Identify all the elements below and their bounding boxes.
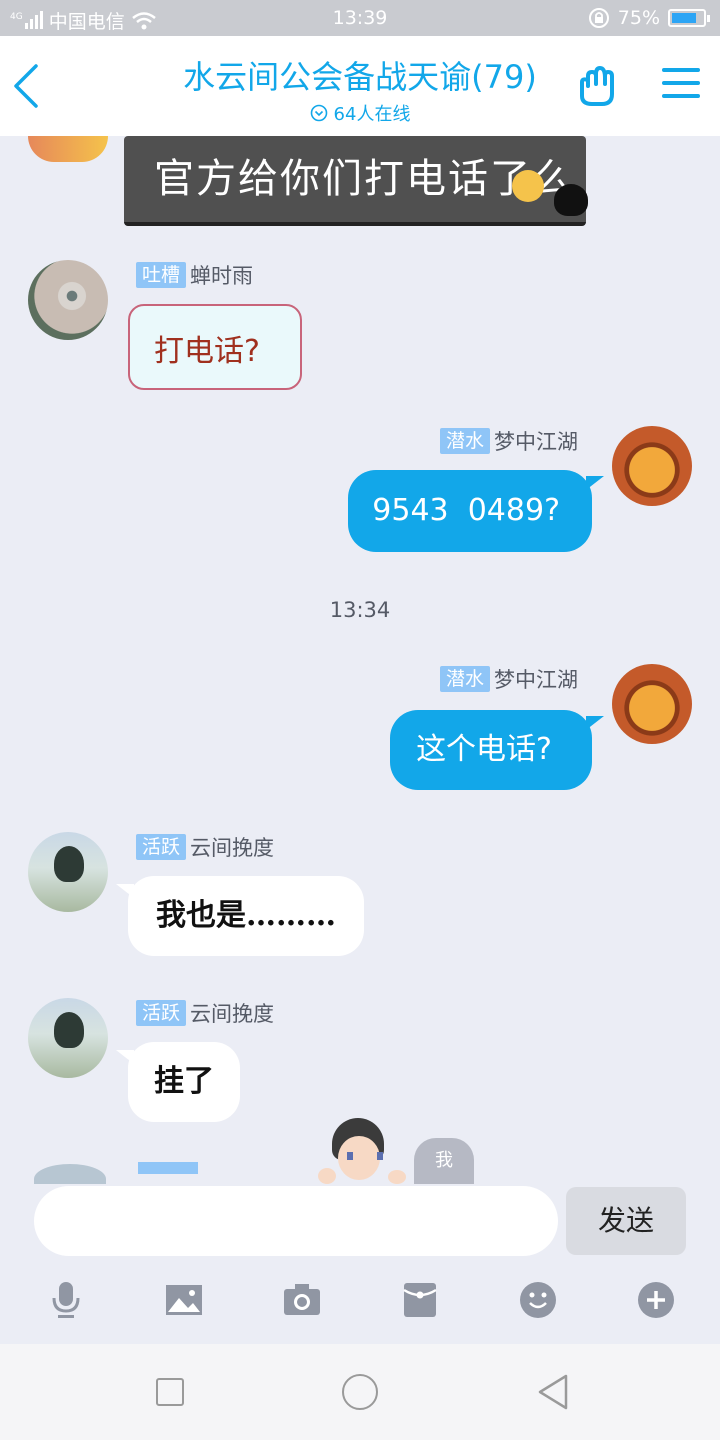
avatar[interactable] xyxy=(28,832,108,912)
camera-icon[interactable] xyxy=(282,1280,322,1320)
send-button[interactable]: 发送 xyxy=(566,1187,686,1255)
system-nav-bar xyxy=(0,1344,720,1440)
sender-row: 活跃 云间挽度 xyxy=(136,998,274,1028)
member-tag: 活跃 xyxy=(136,1000,187,1026)
member-tag: 潜水 xyxy=(439,428,490,454)
member-tag xyxy=(138,1162,198,1174)
emoji-icon[interactable] xyxy=(518,1280,558,1320)
message-input[interactable] xyxy=(34,1186,558,1256)
redpacket-icon[interactable] xyxy=(400,1280,440,1320)
mascot-avatar[interactable] xyxy=(318,1116,408,1184)
sender-name: 云间挽度 xyxy=(190,836,275,860)
sender-name: 云间挽度 xyxy=(190,1002,275,1026)
avatar xyxy=(34,1164,106,1184)
avatar[interactable] xyxy=(612,426,692,506)
input-toolbar xyxy=(0,1280,720,1324)
cat-icon xyxy=(554,184,588,216)
home-icon[interactable] xyxy=(342,1374,378,1410)
member-tag: 吐槽 xyxy=(136,262,187,288)
status-right: 75% xyxy=(588,7,710,29)
message-bubble[interactable]: 我也是……… xyxy=(116,876,364,956)
avatar[interactable] xyxy=(28,998,108,1078)
message-bubble[interactable]: 打电话? xyxy=(128,304,302,390)
plus-icon[interactable] xyxy=(636,1280,676,1320)
sender-row: 潜水 梦中江湖 xyxy=(439,426,578,456)
message-text: 这个电话? xyxy=(416,732,552,767)
menu-icon[interactable] xyxy=(662,68,700,102)
chat-header: 水云间公会备战天谕(79) 64人在线 xyxy=(0,36,720,136)
mic-icon[interactable] xyxy=(46,1280,86,1320)
message-text: 9543 0489? xyxy=(372,493,560,528)
chevron-down-circle-icon xyxy=(310,104,327,122)
avatar[interactable] xyxy=(28,260,108,340)
sticker-board[interactable]: 官方给你们打电话了么 xyxy=(124,136,588,226)
message-bubble[interactable]: 9543 0489? xyxy=(348,470,604,552)
sender-row: 潜水 梦中江湖 xyxy=(439,664,578,694)
battery-icon xyxy=(668,9,710,27)
partial-message xyxy=(30,1162,210,1184)
mascot-bubble[interactable]: 我 xyxy=(414,1138,474,1184)
sticker-text: 官方给你们打电话了么 xyxy=(154,156,574,202)
sender-name: 梦中江湖 xyxy=(494,430,578,454)
message-bubble[interactable]: 这个电话? xyxy=(390,710,604,790)
online-count-text: 64人在线 xyxy=(333,104,411,125)
status-bar: 4G 中国电信 13:39 75% xyxy=(0,0,720,36)
sticker-deco xyxy=(28,136,108,162)
sender-name: 蝉时雨 xyxy=(190,264,254,288)
image-icon[interactable] xyxy=(164,1280,204,1320)
message-text: 我也是……… xyxy=(156,898,336,933)
avatar[interactable] xyxy=(612,664,692,744)
message-bubble[interactable]: 挂了 xyxy=(116,1042,240,1122)
timestamp: 13:34 xyxy=(329,598,391,622)
smile-emoji-icon xyxy=(512,170,544,202)
hand-gesture-icon[interactable] xyxy=(574,62,620,108)
rotation-lock-icon xyxy=(588,8,609,28)
input-area: 发送 xyxy=(0,1184,720,1344)
sender-row: 活跃 云间挽度 xyxy=(136,832,274,862)
chat-area[interactable]: 官方给你们打电话了么 吐槽 蝉时雨 打电话? 潜水 梦中江湖 9543 0489… xyxy=(0,136,720,1184)
recent-apps-icon[interactable] xyxy=(156,1378,184,1406)
sender-name: 梦中江湖 xyxy=(494,668,578,692)
battery-percent: 75% xyxy=(617,7,660,29)
nav-back-icon[interactable] xyxy=(536,1372,570,1412)
sender-row: 吐槽 蝉时雨 xyxy=(136,260,253,290)
message-text: 挂了 xyxy=(154,1064,214,1099)
member-tag: 潜水 xyxy=(439,666,490,692)
member-tag: 活跃 xyxy=(136,834,187,860)
message-text: 打电话? xyxy=(154,334,260,369)
